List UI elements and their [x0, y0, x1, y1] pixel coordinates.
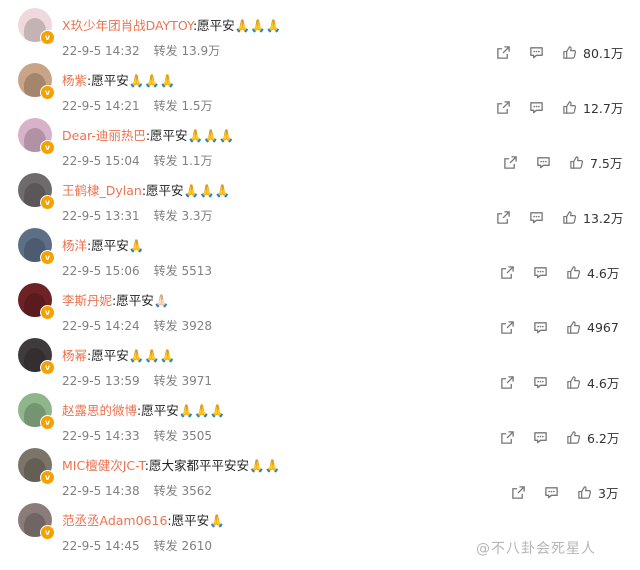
verified-badge-icon: v [40, 470, 55, 485]
comment-text: :愿平安🙏🙏🙏 [87, 73, 176, 88]
repost-count: 2610 [181, 539, 212, 553]
avatar[interactable]: v [18, 63, 55, 100]
comment-row: v 杨幂:愿平安🙏🙏🙏 22-9-5 13:59 转发 3971 4.6万 [0, 330, 640, 391]
comment-text: :愿平安🙏🙏🙏 [87, 348, 176, 363]
comment-date: 22-9-5 14:45 [62, 539, 140, 553]
avatar[interactable]: v [18, 173, 55, 210]
author-link[interactable]: X玖少年团肖战DAYTOY [62, 18, 193, 33]
author-link[interactable]: 杨幂 [62, 348, 87, 363]
comment-line: Dear-迪丽热巴:愿平安🙏🙏🙏 [62, 128, 234, 144]
author-link[interactable]: 赵露思的微博 [62, 403, 137, 418]
avatar[interactable]: v [18, 8, 55, 45]
verified-badge-icon: v [40, 305, 55, 320]
comment-line: 杨紫:愿平安🙏🙏🙏 [62, 73, 175, 89]
author-link[interactable]: MIC檀健次JC-T [62, 458, 145, 473]
verified-badge-icon: v [40, 250, 55, 265]
comment-row: v 赵露思的微博:愿平安🙏🙏🙏 22-9-5 14:33 转发 3505 6.2万 [0, 385, 640, 446]
verified-badge-icon: v [40, 30, 55, 45]
avatar[interactable]: v [18, 503, 55, 540]
comment-line: 杨洋:愿平安🙏 [62, 238, 144, 254]
comment-row: v 杨紫:愿平安🙏🙏🙏 22-9-5 14:21 转发 1.5万 12.7万 [0, 55, 640, 116]
watermark: @不八卦会死星人 [476, 541, 596, 557]
comment-row: v X玖少年团肖战DAYTOY:愿平安🙏🙏🙏 22-9-5 14:32 转发 13.9… [0, 0, 640, 61]
comment-row: v MIC檀健次JC-T:愿大家都平平安安🙏🙏 22-9-5 14:38 转发 356… [0, 440, 640, 501]
verified-badge-icon: v [40, 360, 55, 375]
author-link[interactable]: 杨洋 [62, 238, 87, 253]
comment-row: v 李斯丹妮:愿平安🙏🏻 22-9-5 14:24 转发 3928 4967 [0, 275, 640, 335]
verified-badge-icon: v [40, 525, 55, 540]
comment-text: :愿平安🙏🙏🙏 [145, 128, 235, 143]
comment-row: v 杨洋:愿平安🙏 22-9-5 15:06 转发 5513 4.6万 [0, 220, 640, 281]
comment-text: :愿平安🙏🙏🙏 [192, 18, 282, 33]
repost-label: 转发 [153, 539, 178, 553]
comment-text: :愿平安🙏🙏🙏 [137, 403, 226, 418]
avatar[interactable]: v [18, 118, 55, 155]
verified-badge-icon: v [40, 415, 55, 430]
verified-badge-icon: v [40, 140, 55, 155]
comment-line: 赵露思的微博:愿平安🙏🙏🙏 [62, 403, 225, 419]
verified-badge-icon: v [40, 85, 55, 100]
comment-line: X玖少年团肖战DAYTOY:愿平安🙏🙏🙏 [62, 18, 281, 34]
avatar[interactable]: v [18, 448, 55, 485]
author-link[interactable]: 王鹤棣_Dylan [62, 183, 142, 198]
comment-text: :愿大家都平平安安🙏🙏 [144, 458, 281, 473]
comment-text: :愿平安🙏🙏🙏 [141, 183, 231, 198]
comment-text: :愿平安🙏🏻 [112, 293, 170, 308]
comment-line: 范丞丞Adam0616:愿平安🙏 [62, 513, 225, 529]
comment-line: 王鹤棣_Dylan:愿平安🙏🙏🙏 [62, 183, 230, 199]
avatar[interactable]: v [18, 393, 55, 430]
comment-line: MIC檀健次JC-T:愿大家都平平安安🙏🙏 [62, 458, 280, 474]
author-link[interactable]: 范丞丞Adam0616 [62, 513, 167, 528]
avatar[interactable]: v [18, 338, 55, 375]
avatar[interactable]: v [18, 228, 55, 265]
comment-row: v 王鹤棣_Dylan:愿平安🙏🙏🙏 22-9-5 13:31 转发 3.3万 13.2… [0, 165, 640, 226]
comment-line: 李斯丹妮:愿平安🙏🏻 [62, 293, 169, 309]
comment-row: v Dear-迪丽热巴:愿平安🙏🙏🙏 22-9-5 15:04 转发 1.1万 7.5万 [0, 110, 640, 171]
verified-badge-icon: v [40, 195, 55, 210]
comment-meta: 22-9-5 14:45 转发 2610 [62, 539, 212, 554]
comment-line: 杨幂:愿平安🙏🙏🙏 [62, 348, 175, 364]
comment-text: :愿平安🙏 [87, 238, 145, 253]
comment-text: :愿平安🙏 [167, 513, 225, 528]
author-link[interactable]: Dear-迪丽热巴 [62, 128, 146, 143]
author-link[interactable]: 李斯丹妮 [62, 293, 112, 308]
author-link[interactable]: 杨紫 [62, 73, 87, 88]
avatar[interactable]: v [18, 283, 55, 320]
